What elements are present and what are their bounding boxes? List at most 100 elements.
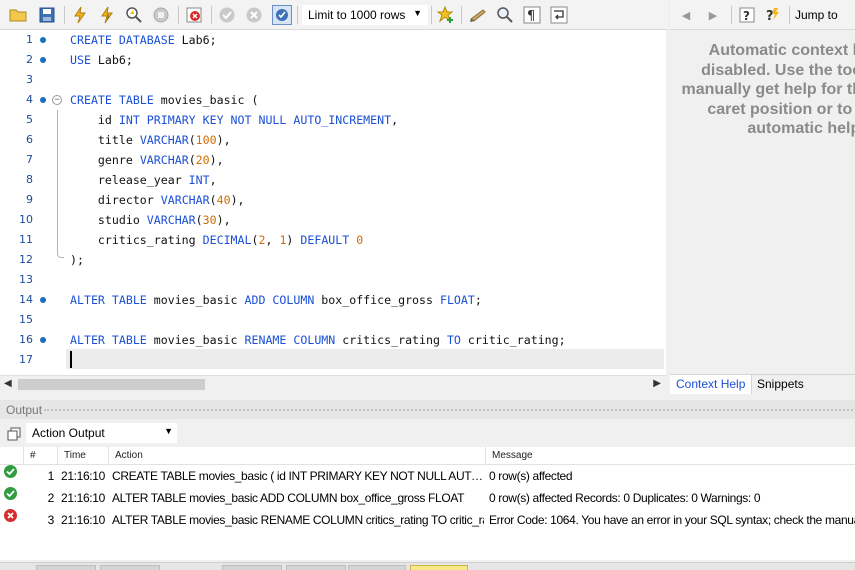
row-message: 0 row(s) affected Records: 0 Duplicates:… — [489, 491, 761, 505]
explain-icon[interactable] — [124, 5, 144, 25]
editor-line: 13 — [0, 270, 666, 290]
line-number: 12 — [19, 253, 33, 266]
commit-icon[interactable] — [217, 5, 237, 25]
back-arrow-icon[interactable]: ◀ — [676, 5, 696, 25]
toolbar-separator — [431, 6, 432, 24]
row-time: 21:16:10 — [61, 469, 105, 483]
editor-line: 12 ); — [0, 250, 666, 270]
output-header: Output — [0, 400, 855, 419]
table-row[interactable]: 1 21:16:10 CREATE TABLE movies_basic ( i… — [0, 465, 855, 487]
scrollbar-thumb[interactable] — [18, 379, 205, 390]
bottom-tab[interactable] — [348, 565, 406, 570]
output-title: Output — [6, 403, 43, 417]
copy-icon[interactable] — [7, 427, 21, 441]
editor-line: 4 − CREATE TABLE movies_basic ( — [0, 90, 666, 110]
table-row[interactable]: 2 21:16:10 ALTER TABLE movies_basic ADD … — [0, 487, 855, 509]
code-text: studio VARCHAR(30), — [70, 213, 231, 227]
editor-line: 2 USE Lab6; — [0, 50, 666, 70]
table-row[interactable]: 3 21:16:10 ALTER TABLE movies_basic RENA… — [0, 509, 855, 531]
manual-help-icon[interactable]: ? — [737, 5, 757, 25]
editor-line: 10 studio VARCHAR(30), — [0, 210, 666, 230]
line-number: 3 — [26, 73, 33, 86]
toolbar-separator — [211, 6, 212, 24]
code-text: director VARCHAR(40), — [70, 193, 245, 207]
svg-text:¶: ¶ — [527, 9, 535, 24]
toggle-error-icon[interactable] — [184, 5, 204, 25]
column-header-action[interactable]: Action — [109, 447, 486, 465]
bottom-tab[interactable] — [222, 565, 282, 570]
toolbar-separator — [461, 6, 462, 24]
line-number: 13 — [19, 273, 33, 286]
invisible-chars-icon[interactable]: ¶ — [522, 5, 542, 25]
editor-line: 5 id INT PRIMARY KEY NOT NULL AUTO_INCRE… — [0, 110, 666, 130]
scroll-left-icon[interactable]: ◀ — [4, 378, 12, 389]
line-number: 2 — [26, 53, 33, 66]
editor-line: 6 title VARCHAR(100), — [0, 130, 666, 150]
forward-arrow-icon[interactable]: ▶ — [703, 5, 723, 25]
bottom-tab[interactable] — [100, 565, 160, 570]
statement-marker — [40, 97, 46, 103]
autocommit-icon[interactable] — [272, 5, 292, 25]
rollback-icon[interactable] — [244, 5, 264, 25]
row-message: 0 row(s) affected — [489, 469, 573, 483]
sql-editor[interactable]: 1 CREATE DATABASE Lab6; 2 USE Lab6; 3 4 … — [0, 30, 666, 375]
fold-toggle-icon[interactable]: − — [52, 95, 62, 105]
line-number: 8 — [26, 173, 33, 186]
scroll-right-icon[interactable]: ▶ — [653, 378, 661, 389]
execute-icon[interactable] — [70, 5, 90, 25]
chevron-down-icon: ▼ — [413, 8, 422, 18]
action-output-table: # Time Action Message 1 21:16:10 CREATE … — [0, 447, 855, 560]
text-caret — [70, 351, 72, 368]
editor-line: 16 ALTER TABLE movies_basic RENAME COLUM… — [0, 330, 666, 350]
line-number: 5 — [26, 113, 33, 126]
code-text: ALTER TABLE movies_basic RENAME COLUMN c… — [70, 333, 566, 347]
output-type-label: Action Output — [32, 426, 105, 440]
editor-line: 17 — [0, 350, 666, 370]
line-number: 6 — [26, 133, 33, 146]
context-help-panel: Automatic context help is disabled. Use … — [670, 30, 855, 374]
splitter-grip[interactable] — [44, 409, 853, 411]
editor-toolbar: I Limit to 1000 rows ▼ ¶ — [0, 0, 668, 30]
row-action: CREATE TABLE movies_basic ( id INT PRIMA… — [112, 469, 484, 483]
toolbar-separator — [178, 6, 179, 24]
line-number: 7 — [26, 153, 33, 166]
line-number: 15 — [19, 313, 33, 326]
column-header-status — [0, 447, 24, 465]
code-text: critics_rating DECIMAL(2, 1) DEFAULT 0 — [70, 233, 364, 247]
column-header-time[interactable]: Time — [58, 447, 109, 465]
open-folder-icon[interactable] — [8, 5, 28, 25]
row-number: 1 — [47, 469, 54, 483]
limit-rows-select[interactable]: Limit to 1000 rows ▼ — [302, 5, 428, 25]
code-text: USE Lab6; — [70, 53, 133, 67]
toolbar-separator — [297, 6, 298, 24]
stop-icon[interactable] — [151, 5, 171, 25]
editor-line: 9 director VARCHAR(40), — [0, 190, 666, 210]
add-snippet-icon[interactable] — [436, 5, 456, 25]
find-icon[interactable] — [495, 5, 515, 25]
context-help-message: Automatic context help is disabled. Use … — [681, 42, 855, 137]
code-text: ); — [70, 253, 84, 267]
output-type-select[interactable]: Action Output ▼ — [26, 423, 177, 443]
beautify-icon[interactable] — [468, 5, 488, 25]
code-text: CREATE DATABASE Lab6; — [70, 33, 217, 47]
row-message: Error Code: 1064. You have an error in y… — [489, 513, 855, 527]
tab-snippets[interactable]: Snippets — [751, 375, 810, 394]
auto-help-icon[interactable]: ? — [763, 5, 783, 25]
line-number: 9 — [26, 193, 33, 206]
bottom-tab-active[interactable] — [410, 565, 468, 570]
save-icon[interactable] — [37, 5, 57, 25]
row-action: ALTER TABLE movies_basic ADD COLUMN box_… — [112, 491, 465, 505]
jump-to-select[interactable]: Jump to — [795, 8, 838, 22]
row-time: 21:16:10 — [61, 491, 105, 505]
column-header-message[interactable]: Message — [486, 447, 855, 465]
bottom-tab[interactable] — [36, 565, 96, 570]
line-number: 1 — [26, 33, 33, 46]
execute-current-icon[interactable]: I — [97, 5, 117, 25]
bottom-tab[interactable] — [286, 565, 346, 570]
horizontal-scrollbar[interactable]: ◀ ▶ — [0, 375, 666, 392]
code-text: ALTER TABLE movies_basic ADD COLUMN box_… — [70, 293, 482, 307]
column-header-number[interactable]: # — [24, 447, 58, 465]
editor-line: 14 ALTER TABLE movies_basic ADD COLUMN b… — [0, 290, 666, 310]
tab-context-help[interactable]: Context Help — [670, 375, 753, 394]
wrap-icon[interactable] — [549, 5, 569, 25]
